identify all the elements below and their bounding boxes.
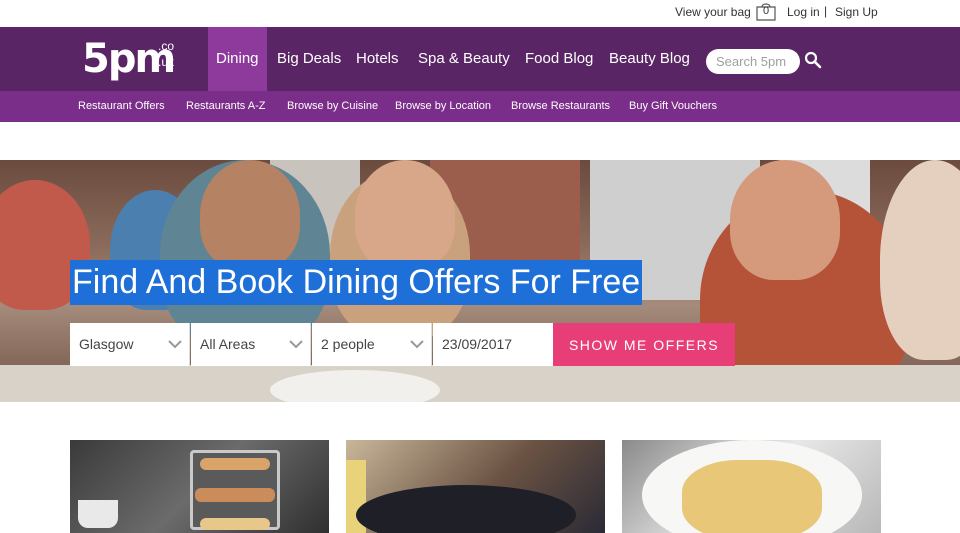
chevron-down-icon [168, 340, 182, 349]
logo-co: .co [158, 39, 175, 53]
location-value: Glasgow [79, 336, 134, 352]
page: View your bag 0 Log in | Sign Up 5pm .co… [0, 0, 960, 533]
date-field[interactable]: 23/09/2017 [433, 323, 553, 366]
date-value: 23/09/2017 [442, 336, 513, 352]
offer-card-mussels[interactable] [346, 440, 605, 533]
location-select[interactable]: Glasgow [70, 323, 190, 366]
cake [195, 488, 275, 502]
hero-headline: Find And Book Dining Offers For Free [70, 260, 643, 305]
chevron-down-icon [410, 340, 424, 349]
cake [200, 458, 270, 470]
people-select[interactable]: 2 people [312, 323, 432, 366]
hero-person [880, 160, 960, 360]
subnav-browse-location[interactable]: Browse by Location [395, 91, 491, 122]
chevron-down-icon [289, 340, 303, 349]
subnav-gift-vouchers[interactable]: Buy Gift Vouchers [629, 91, 717, 122]
hero-table [0, 365, 960, 402]
area-select[interactable]: All Areas [191, 323, 311, 366]
nav-hotels[interactable]: Hotels [356, 27, 399, 91]
mussel-pan [356, 485, 576, 533]
area-value: All Areas [200, 336, 256, 352]
nav-big-deals[interactable]: Big Deals [277, 27, 341, 91]
search-icon[interactable] [804, 51, 822, 69]
offer-card-pasta[interactable] [622, 440, 881, 533]
subnav-restaurant-offers[interactable]: Restaurant Offers [78, 91, 165, 122]
nav-food-blog[interactable]: Food Blog [525, 27, 593, 91]
hero-person-head [355, 160, 455, 270]
hero-person-head [730, 160, 840, 280]
show-offers-button[interactable]: SHOW ME OFFERS [553, 323, 735, 366]
subnav-restaurants-a-z[interactable]: Restaurants A-Z [186, 91, 265, 122]
nav-dining[interactable]: Dining [208, 27, 267, 91]
cake [200, 518, 270, 530]
bag-count: 0 [762, 5, 770, 17]
nav-beauty-blog[interactable]: Beauty Blog [609, 27, 690, 91]
separator: | [824, 4, 828, 18]
people-value: 2 people [321, 336, 375, 352]
utility-bar: View your bag 0 Log in | Sign Up [0, 0, 960, 27]
search-input[interactable] [706, 49, 800, 74]
subnav-browse-cuisine[interactable]: Browse by Cuisine [287, 91, 378, 122]
hero-plate [270, 370, 440, 402]
logo-uk: .uk [158, 55, 175, 69]
hero-person-head [200, 160, 300, 270]
nav-spa-beauty[interactable]: Spa & Beauty [418, 27, 510, 91]
login-link[interactable]: Log in [787, 5, 820, 19]
signup-link[interactable]: Sign Up [835, 5, 878, 19]
subnav-browse-restaurants[interactable]: Browse Restaurants [511, 91, 610, 122]
teacup [78, 500, 118, 528]
pasta [682, 460, 822, 533]
view-bag-link[interactable]: View your bag [675, 5, 751, 19]
offer-card-afternoon-tea[interactable] [70, 440, 329, 533]
